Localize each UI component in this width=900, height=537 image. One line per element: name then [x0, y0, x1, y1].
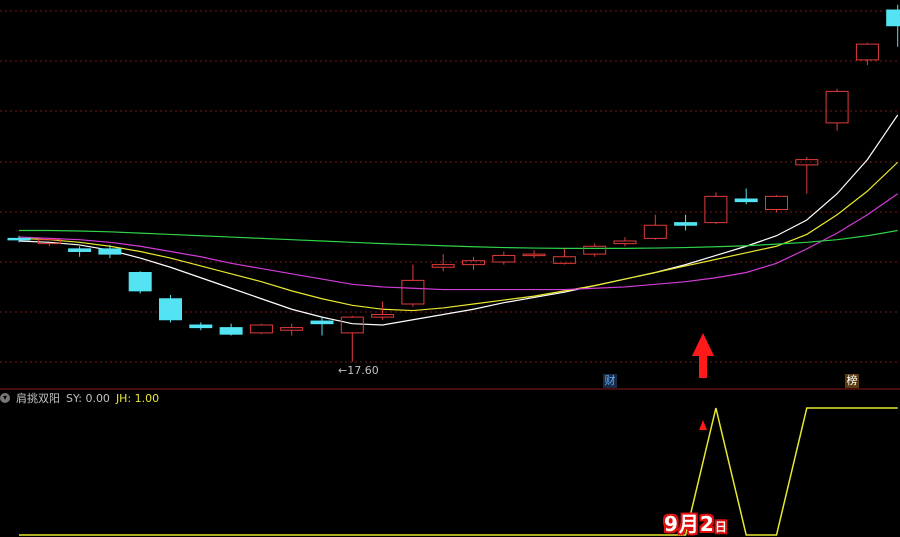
candle-body: [886, 9, 900, 27]
chart-canvas[interactable]: [0, 0, 900, 537]
indicator-jh-value: JH: 1.00: [115, 391, 160, 405]
indicator-header: ▾ 肩挑双阳 SY: 0.00 JH: 1.00: [0, 390, 159, 406]
candle-body: [128, 272, 152, 292]
candle-body: [189, 324, 213, 329]
candle-body: [98, 248, 122, 255]
finance-badge[interactable]: 财: [603, 374, 617, 388]
candle-body: [734, 198, 758, 203]
indicator-line: [19, 407, 898, 536]
candle-body: [310, 320, 334, 325]
indicator-peak-marker: [699, 420, 707, 430]
candle-body: [371, 314, 395, 318]
buy-signal-arrow-icon: [692, 333, 714, 378]
ranking-badge[interactable]: 榜: [845, 374, 859, 388]
signal-date-annotation: 9月2日: [664, 508, 728, 537]
date-suffix: 日: [714, 520, 728, 534]
candle-body: [68, 248, 92, 252]
indicator-sy-value: SY: 0.00: [66, 391, 110, 405]
candle-body: [613, 240, 637, 245]
chevron-down-icon[interactable]: ▾: [0, 393, 10, 403]
candle-body: [674, 222, 698, 226]
candle-body: [492, 254, 516, 263]
candle-body: [219, 327, 243, 335]
ma-line: [18, 114, 899, 326]
date-day-month: 9月2: [664, 512, 715, 536]
candle-body: [583, 245, 607, 255]
low-price-marker: ←17.60: [338, 364, 379, 377]
candle-body: [401, 279, 425, 305]
candle-body: [431, 264, 455, 268]
arrow-shape: [692, 333, 714, 378]
candle-body: [462, 260, 485, 266]
candle-body: [643, 224, 667, 239]
candlestick-series: [7, 4, 900, 362]
moving-average-lines: [18, 114, 899, 326]
candle-body: [249, 324, 273, 334]
candle-body: [855, 43, 879, 61]
candle-body: [522, 253, 546, 257]
candle-body: [704, 195, 728, 224]
candle-body: [7, 237, 31, 241]
candle-body: [340, 316, 364, 334]
candle-body: [765, 195, 788, 210]
candle-body: [825, 90, 849, 124]
candle-body: [280, 327, 304, 331]
indicator-series: [19, 407, 898, 536]
price-grid: [0, 10, 900, 363]
candle-body: [159, 298, 182, 321]
indicator-name[interactable]: 肩挑双阳: [16, 390, 60, 406]
